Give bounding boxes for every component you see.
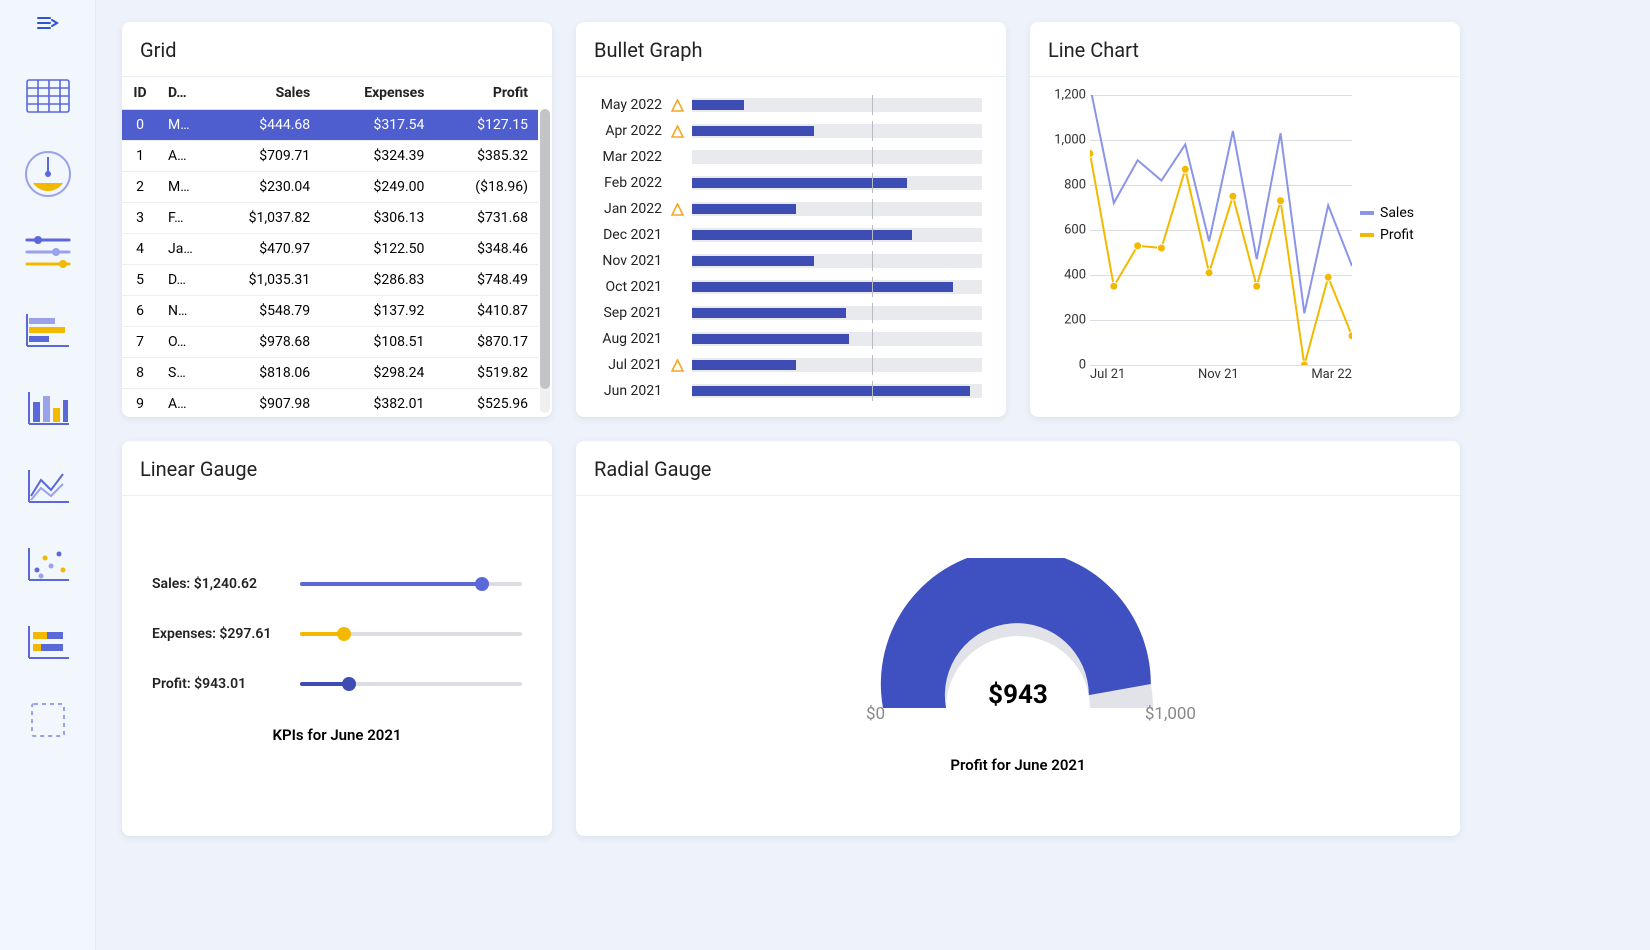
nav-grid[interactable] xyxy=(20,68,76,124)
card-linear-gauge: Linear Gauge Sales: $1,240.62 Expenses: … xyxy=(122,441,552,836)
table-row[interactable]: 7O…$978.68$108.51$870.17 xyxy=(122,327,538,358)
bullet-label: Aug 2021 xyxy=(594,331,662,347)
table-row[interactable]: 9A…$907.98$382.01$525.96 xyxy=(122,389,538,418)
nav-line[interactable] xyxy=(20,458,76,514)
table-row[interactable]: 6N…$548.79$137.92$410.87 xyxy=(122,296,538,327)
bullet-track xyxy=(692,384,982,398)
card-line-title: Line Chart xyxy=(1030,22,1460,77)
table-row[interactable]: 3F…$1,037.82$306.13$731.68 xyxy=(122,203,538,234)
nav-gauge[interactable] xyxy=(20,146,76,202)
card-grid: Grid ID D… Sales Expenses Profit 0M…$444… xyxy=(122,22,552,417)
legend-profit: Profit xyxy=(1380,227,1414,243)
bullet-label: Jun 2021 xyxy=(594,383,662,399)
linear-gauge-track[interactable] xyxy=(300,682,522,686)
card-bullet: Bullet Graph May 2022 Apr 2022 Mar 2022 … xyxy=(576,22,1006,417)
bullet-row: Sep 2021 xyxy=(594,305,982,321)
col-date[interactable]: D… xyxy=(158,77,204,110)
bullet-track xyxy=(692,306,982,320)
linear-gauge-label: Profit: $943.01 xyxy=(152,676,282,692)
table-row[interactable]: 1A…$709.71$324.39$385.32 xyxy=(122,141,538,172)
nav-hbar[interactable] xyxy=(20,302,76,358)
table-row[interactable]: 5D…$1,035.31$286.83$748.49 xyxy=(122,265,538,296)
bullet-label: Feb 2022 xyxy=(594,175,662,191)
bullet-label: Dec 2021 xyxy=(594,227,662,243)
bullet-row: Apr 2022 xyxy=(594,123,982,139)
card-linear-title: Linear Gauge xyxy=(122,441,552,496)
card-radial-title: Radial Gauge xyxy=(576,441,1460,496)
linear-gauge-caption: KPIs for June 2021 xyxy=(152,726,522,744)
table-row[interactable]: 0M…$444.68$317.54$127.15 xyxy=(122,110,538,141)
bullet-row: Aug 2021 xyxy=(594,331,982,347)
bullet-track xyxy=(692,202,982,216)
legend-sales: Sales xyxy=(1380,205,1414,221)
bullet-track xyxy=(692,150,982,164)
bullet-label: Jul 2021 xyxy=(594,357,662,373)
line-chart-plot: 02004006008001,0001,200 Jul 21Nov 21Mar … xyxy=(1042,95,1352,395)
bullet-label: Mar 2022 xyxy=(594,149,662,165)
bullet-track xyxy=(692,98,982,112)
bullet-row: Dec 2021 xyxy=(594,227,982,243)
nav-vbar[interactable] xyxy=(20,380,76,436)
grid-scrollbar-thumb[interactable] xyxy=(540,109,550,389)
bullet-label: Apr 2022 xyxy=(594,123,662,139)
linear-gauge-label: Expenses: $297.61 xyxy=(152,626,282,642)
bullet-label: Oct 2021 xyxy=(594,279,662,295)
grid-scrollbar-track[interactable] xyxy=(540,109,550,413)
card-bullet-title: Bullet Graph xyxy=(576,22,1006,77)
col-sales[interactable]: Sales xyxy=(204,77,320,110)
bullet-row: Mar 2022 xyxy=(594,149,982,165)
nav-placeholder[interactable] xyxy=(20,692,76,748)
nav-stacked[interactable] xyxy=(20,614,76,670)
table-row[interactable]: 2M…$230.04$249.00($18.96) xyxy=(122,172,538,203)
linear-gauge-row: Expenses: $297.61 xyxy=(152,626,522,642)
collapse-icon[interactable] xyxy=(37,12,59,36)
linear-gauge-track[interactable] xyxy=(300,632,522,636)
warning-icon xyxy=(670,99,684,112)
col-profit[interactable]: Profit xyxy=(434,77,538,110)
linear-gauge-row: Sales: $1,240.62 xyxy=(152,576,522,592)
nav-scatter[interactable] xyxy=(20,536,76,592)
radial-gauge: $0 $1,000 $943 xyxy=(868,558,1168,728)
radial-caption: Profit for June 2021 xyxy=(950,756,1085,774)
bullet-track xyxy=(692,176,982,190)
table-row[interactable]: 8S…$818.06$298.24$519.82 xyxy=(122,358,538,389)
line-chart-legend: Sales Profit xyxy=(1360,205,1414,405)
bullet-row: Oct 2021 xyxy=(594,279,982,295)
linear-gauge-row: Profit: $943.01 xyxy=(152,676,522,692)
bullet-label: Jan 2022 xyxy=(594,201,662,217)
bullet-row: Jun 2021 xyxy=(594,383,982,399)
sidebar xyxy=(0,0,96,950)
bullet-label: May 2022 xyxy=(594,97,662,113)
card-grid-title: Grid xyxy=(122,22,552,77)
bullet-track xyxy=(692,254,982,268)
warning-icon xyxy=(670,359,684,372)
bullet-track xyxy=(692,124,982,138)
bullet-list: May 2022 Apr 2022 Mar 2022 Feb 2022 Jan … xyxy=(576,77,1006,411)
data-grid[interactable]: ID D… Sales Expenses Profit 0M…$444.68$3… xyxy=(122,77,538,417)
bullet-row: Jan 2022 xyxy=(594,201,982,217)
col-expenses[interactable]: Expenses xyxy=(320,77,434,110)
warning-icon xyxy=(670,125,684,138)
card-line: Line Chart 02004006008001,0001,200 Jul 2… xyxy=(1030,22,1460,417)
bullet-track xyxy=(692,358,982,372)
warning-icon xyxy=(670,203,684,216)
bullet-track xyxy=(692,228,982,242)
linear-gauge-track[interactable] xyxy=(300,582,522,586)
nav-sliders[interactable] xyxy=(20,224,76,280)
col-id[interactable]: ID xyxy=(122,77,158,110)
table-row[interactable]: 4Ja…$470.97$122.50$348.46 xyxy=(122,234,538,265)
dashboard: Grid ID D… Sales Expenses Profit 0M…$444… xyxy=(96,0,1650,950)
bullet-label: Sep 2021 xyxy=(594,305,662,321)
bullet-row: Jul 2021 xyxy=(594,357,982,373)
bullet-track xyxy=(692,280,982,294)
linear-gauge-label: Sales: $1,240.62 xyxy=(152,576,282,592)
bullet-row: Nov 2021 xyxy=(594,253,982,269)
radial-value: $943 xyxy=(868,680,1168,710)
card-radial-gauge: Radial Gauge $0 $1,000 $943 Profit for J… xyxy=(576,441,1460,836)
bullet-label: Nov 2021 xyxy=(594,253,662,269)
bullet-row: Feb 2022 xyxy=(594,175,982,191)
bullet-row: May 2022 xyxy=(594,97,982,113)
bullet-track xyxy=(692,332,982,346)
